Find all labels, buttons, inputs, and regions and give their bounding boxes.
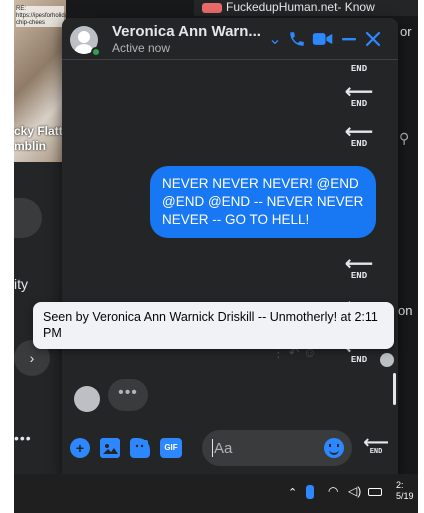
message-composer: + GIF ⟵END	[62, 422, 398, 474]
text-cursor	[212, 439, 213, 457]
video-call-icon[interactable]	[312, 30, 334, 48]
background-text: ity	[14, 276, 28, 292]
clock-time: 2:	[396, 480, 404, 490]
end-arrow-icon: ⟵END	[344, 81, 374, 109]
chat-window: Veronica Ann Warn... Active now ⌄ END ⟵ E…	[62, 18, 398, 474]
sticker-icon[interactable]	[130, 438, 150, 458]
tab-title: FuckedupHuman.net- Know	[226, 0, 375, 14]
message-list[interactable]: END ⟵ END ⟵ END NEVER NEVER NEVER! @END @E…	[62, 61, 398, 421]
volume-icon[interactable]: ◁)	[348, 484, 361, 498]
contact-name[interactable]: Veronica Ann Warn...	[112, 23, 261, 40]
end-arrow-icon: ⟵END	[344, 121, 374, 149]
tab-favicon-icon	[202, 2, 222, 13]
wifi-icon[interactable]: ◠	[328, 484, 338, 498]
close-icon[interactable]	[364, 30, 382, 48]
background-more-icon[interactable]: •••	[14, 430, 32, 446]
typing-avatar	[74, 386, 100, 412]
end-label: END	[350, 64, 368, 74]
chat-header[interactable]: Veronica Ann Warn... Active now ⌄	[62, 18, 398, 60]
contact-status: Active now	[112, 41, 171, 55]
taskbar: ⌃ ◠ ◁) 2: 5/19	[14, 474, 418, 513]
end-arrow-icon: ⟵END	[344, 253, 374, 281]
seen-avatar-icon	[380, 353, 394, 367]
sent-message-bubble[interactable]: NEVER NEVER NEVER! @END @END @END -- NEV…	[150, 166, 376, 238]
search-icon[interactable]: ⚲	[399, 130, 409, 147]
seen-by-tooltip: Seen by Veronica Ann Warnick Driskill --…	[33, 302, 394, 349]
send-end-icon[interactable]: ⟵ END	[362, 433, 390, 456]
chevron-down-icon[interactable]: ⌄	[266, 31, 284, 49]
gif-icon[interactable]: GIF	[160, 438, 182, 458]
thumbnail-caption: RE: https://ipesforholidays.co/olate-chi…	[16, 6, 99, 27]
background-post-thumbnail[interactable]: RE: https://ipesforholidays.co/olate-chi…	[14, 0, 99, 162]
background-text-fragment: on	[398, 303, 413, 318]
online-status-dot	[91, 47, 101, 57]
clock[interactable]: 2: 5/19	[396, 480, 414, 502]
typing-indicator: •••	[108, 379, 148, 411]
background-left-column: RE: https://ipesforholidays.co/olate-chi…	[14, 0, 99, 513]
background-browser-tab[interactable]: FuckedupHuman.net- Know	[194, 0, 418, 16]
chevron-up-icon[interactable]: ⌃	[288, 486, 297, 499]
phone-call-icon[interactable]	[288, 30, 306, 48]
clock-date: 5/19	[396, 491, 414, 501]
end-arrow-icon: END	[344, 64, 374, 74]
scrollbar[interactable]	[393, 373, 396, 405]
battery-icon[interactable]	[368, 488, 382, 496]
thumbnail-title: cky Flatt mblin	[14, 124, 63, 153]
background-text-fragment: or	[400, 24, 412, 39]
add-plus-icon[interactable]: +	[70, 438, 90, 458]
emoji-icon[interactable]	[324, 438, 344, 458]
bluetooth-icon[interactable]	[306, 485, 314, 499]
desktop-screen: RE: https://ipesforholidays.co/olate-chi…	[14, 0, 418, 513]
photo-icon[interactable]	[100, 438, 120, 458]
minimize-icon[interactable]	[340, 30, 358, 48]
background-pill-button[interactable]	[14, 198, 42, 238]
